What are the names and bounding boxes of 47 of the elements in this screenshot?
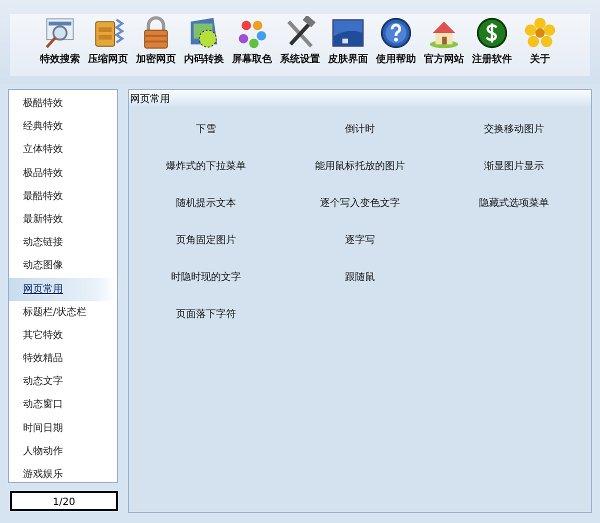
effect-link[interactable]: 倒计时 — [345, 124, 375, 135]
category-item[interactable]: 极品特效 — [9, 162, 117, 185]
effect-link[interactable]: 时隐时现的文字 — [171, 272, 241, 283]
category-item[interactable]: 动态链接 — [9, 231, 117, 254]
effect-link[interactable]: 能用鼠标托放的图片 — [315, 161, 405, 172]
toolbar-button[interactable]: 使用帮助 — [374, 14, 418, 76]
effect-link[interactable]: 页面落下字符 — [176, 309, 236, 320]
toolbar-button[interactable]: 压缩网页 — [86, 14, 130, 76]
effect-link[interactable]: 爆炸式的下拉菜单 — [166, 161, 246, 172]
effect-link[interactable]: 下雪 — [196, 124, 216, 135]
category-item[interactable]: 最新特效 — [9, 208, 117, 232]
effect-link[interactable]: 隐藏式选项菜单 — [479, 198, 549, 209]
category-item[interactable]: 特效精品 — [9, 347, 117, 370]
category-item[interactable]: 经典特效 — [9, 115, 117, 138]
category-item[interactable]: 动态图像 — [9, 254, 117, 278]
toolbar-button[interactable]: 加密网页 — [134, 14, 178, 76]
effect-link[interactable]: 渐显图片显示 — [484, 161, 544, 172]
toolbar-button[interactable]: 系统设置 — [278, 14, 322, 76]
panel-title: 网页常用 — [129, 90, 591, 106]
category-item[interactable]: 动态文字 — [9, 370, 117, 394]
category-item[interactable]: 动态窗口 — [9, 393, 117, 417]
flower-icon — [523, 16, 557, 50]
dollar-icon — [475, 16, 509, 50]
category-item[interactable]: 网页常用 — [9, 278, 117, 301]
effect-link[interactable]: 交换移动图片 — [484, 124, 544, 135]
category-item[interactable]: 极酷特效 — [9, 92, 117, 116]
effect-link[interactable]: 逐字写 — [345, 235, 375, 246]
category-item[interactable]: 其它特效 — [9, 324, 117, 348]
toolbar-button[interactable]: 注册软件 — [470, 14, 514, 76]
effect-link[interactable]: 逐个写入变色文字 — [320, 198, 400, 209]
effect-link[interactable]: 页角固定图片 — [176, 235, 236, 246]
page-indicator: 1/20 — [10, 491, 118, 511]
toolbar-button[interactable]: 屏幕取色 — [230, 14, 274, 76]
toolbar-button[interactable]: 皮肤界面 — [326, 14, 370, 76]
toolbar-button[interactable]: 特效搜索 — [38, 14, 82, 76]
toolbar-button[interactable]: 关于 — [518, 14, 562, 76]
toolbar-button[interactable]: 官方网站 — [422, 14, 466, 76]
effect-link[interactable]: 跟随鼠 — [345, 272, 375, 283]
category-item[interactable]: 游戏娱乐 — [9, 463, 117, 486]
category-item[interactable]: 标题栏/状态栏 — [9, 300, 117, 324]
effect-link[interactable]: 随机提示文本 — [176, 198, 236, 209]
category-item[interactable]: 立体特效 — [9, 138, 117, 162]
help-icon — [379, 16, 413, 50]
toolbar-button[interactable]: 内码转换 — [182, 14, 226, 76]
category-item[interactable]: 时间日期 — [9, 416, 117, 440]
category-item[interactable]: 最酷特效 — [9, 184, 117, 208]
category-item[interactable]: 人物动作 — [9, 440, 117, 463]
